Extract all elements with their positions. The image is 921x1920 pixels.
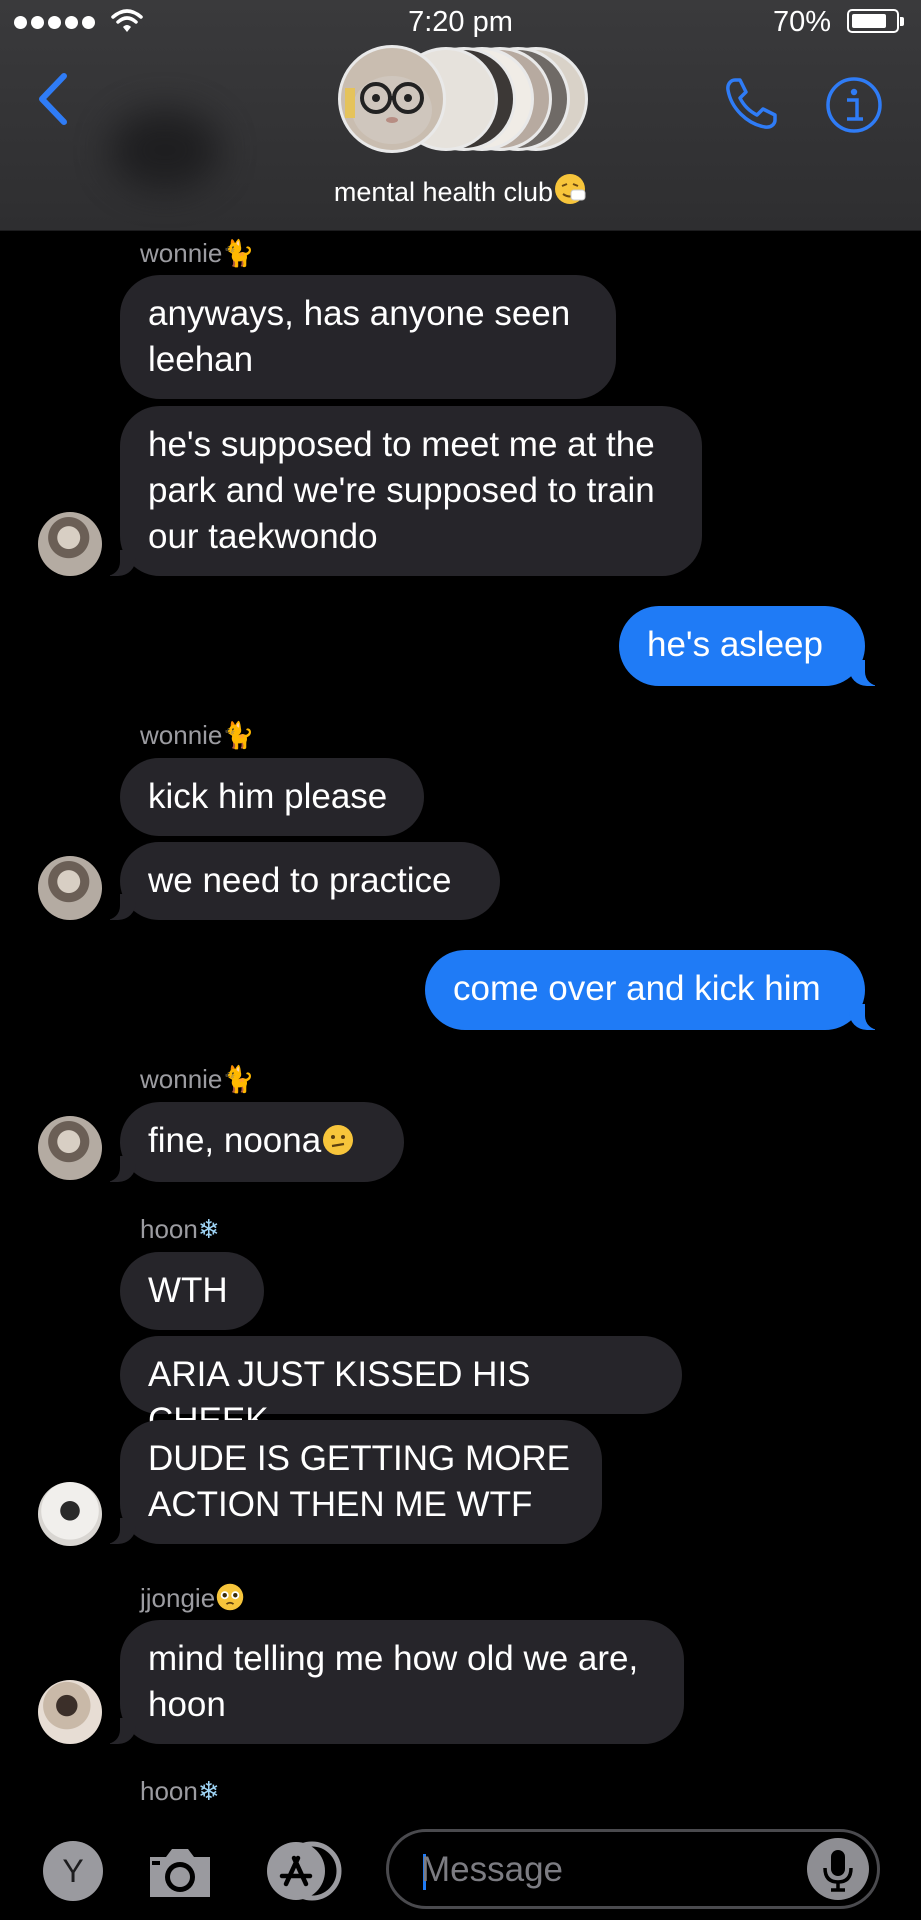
message-text: we need to practice xyxy=(148,861,452,900)
message-text: leehan xyxy=(148,340,254,379)
snowflake-icon: ❄ xyxy=(197,1776,220,1806)
sender-name-text: jjongie xyxy=(140,1583,216,1613)
group-name[interactable]: mental health club xyxy=(0,172,921,208)
pleading-face-icon xyxy=(216,1583,244,1611)
message-bubble-incoming[interactable]: DUDE IS GETTING MORE ACTION THEN ME WTF xyxy=(96,1420,602,1544)
microphone-icon xyxy=(823,1850,853,1892)
group-name-text: mental health club xyxy=(333,177,554,207)
message-text: our taekwondo xyxy=(148,517,378,556)
sender-name: jjongie xyxy=(140,1582,245,1614)
avatar[interactable] xyxy=(38,1116,102,1180)
message-bubble-incoming[interactable]: we need to practice xyxy=(96,842,500,920)
message-text: DUDE IS GETTING MORE xyxy=(148,1439,570,1478)
message-bubble-incoming[interactable]: fine, noona xyxy=(96,1102,404,1182)
sender-name: wonnie🐈 xyxy=(140,238,255,269)
status-bar: 7:20 pm 70% xyxy=(0,0,921,44)
avatar[interactable] xyxy=(38,1482,102,1546)
group-avatar-cat xyxy=(338,45,446,153)
microphone-button[interactable] xyxy=(807,1838,869,1900)
message-input[interactable] xyxy=(419,1842,783,1898)
message-bubble-incoming[interactable]: ARIA JUST KISSED HIS CHEEK xyxy=(120,1336,682,1440)
back-chevron-icon[interactable] xyxy=(34,70,70,128)
avatar[interactable] xyxy=(38,1680,102,1744)
info-icon[interactable] xyxy=(825,76,883,134)
cat-icon: 🐈 xyxy=(222,720,255,750)
sender-name-text: hoon xyxy=(140,1214,198,1244)
message-text: mind telling me how old we are, xyxy=(148,1639,639,1678)
snowflake-icon: ❄ xyxy=(197,1214,220,1244)
battery-percent: 70% xyxy=(772,6,831,38)
message-text: anyways, has anyone seen xyxy=(148,294,571,333)
message-text: fine, noona xyxy=(148,1121,322,1160)
compose-bar: Y xyxy=(0,1810,921,1920)
sneezing-face-icon xyxy=(555,174,586,204)
conversation-header: 7:20 pm 70% mental health club xyxy=(0,0,921,231)
message-bubble-outgoing[interactable]: come over and kick him xyxy=(425,950,889,1030)
message-text: he's supposed to meet me at the xyxy=(148,425,655,464)
message-text: come over and kick him xyxy=(453,969,821,1008)
camera-icon[interactable] xyxy=(144,1843,216,1901)
sender-name-text: wonnie xyxy=(140,720,223,750)
avatar[interactable] xyxy=(38,512,102,576)
message-bubble-incoming[interactable]: mind telling me how old we are, hoon xyxy=(96,1620,684,1744)
app-button-y[interactable]: Y xyxy=(43,1841,103,1901)
sender-name-text: wonnie xyxy=(140,238,223,268)
avatar[interactable] xyxy=(38,856,102,920)
message-text: kick him please xyxy=(148,777,388,816)
cat-icon: 🐈 xyxy=(222,238,255,268)
message-bubble-incoming[interactable]: he's supposed to meet me at the park and… xyxy=(96,406,702,576)
message-list[interactable]: wonnie🐈 anyways, has anyone seen leehan … xyxy=(0,230,921,1810)
message-text: ACTION THEN ME WTF xyxy=(148,1485,533,1524)
message-bubble-outgoing[interactable]: he's asleep xyxy=(619,606,889,686)
message-input-field[interactable] xyxy=(386,1829,880,1909)
app-store-icon[interactable] xyxy=(262,1840,348,1902)
group-avatars[interactable] xyxy=(338,45,588,153)
cat-icon: 🐈 xyxy=(222,1064,255,1094)
cat-with-glasses-icon xyxy=(345,76,432,144)
sender-name: hoon❄ xyxy=(140,1214,220,1245)
phone-icon[interactable] xyxy=(721,74,781,134)
message-bubble-incoming[interactable]: anyways, has anyone seen leehan xyxy=(120,275,616,399)
sender-name-text: wonnie xyxy=(140,1064,223,1094)
confused-face-icon xyxy=(323,1125,354,1155)
sender-name-text: hoon xyxy=(140,1776,198,1806)
battery-icon xyxy=(847,9,904,33)
sender-name: wonnie🐈 xyxy=(140,720,255,751)
message-text: park and we're supposed to train xyxy=(148,471,655,510)
message-text: he's asleep xyxy=(647,625,823,664)
sender-name: wonnie🐈 xyxy=(140,1064,255,1095)
message-text: WTH xyxy=(148,1271,228,1310)
message-text: hoon xyxy=(148,1685,226,1724)
sender-name: hoon❄ xyxy=(140,1776,220,1807)
message-bubble-incoming[interactable]: WTH xyxy=(120,1252,264,1330)
message-bubble-incoming[interactable]: kick him please xyxy=(120,758,424,836)
